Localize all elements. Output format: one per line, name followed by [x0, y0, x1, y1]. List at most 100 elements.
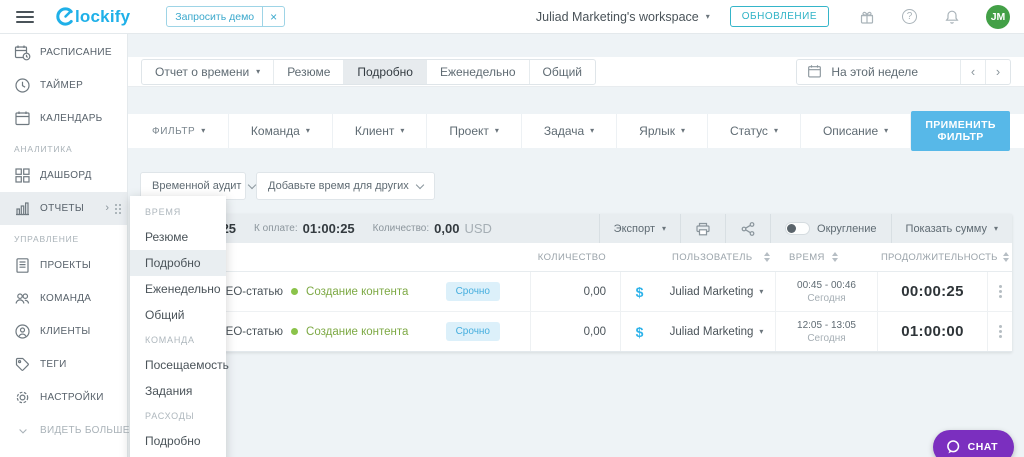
filter-task[interactable]: Задача ▾ [522, 114, 618, 148]
tab-summary[interactable]: Резюме [274, 59, 345, 84]
tab-detailed[interactable]: Подробно [344, 59, 427, 84]
share-button[interactable] [726, 214, 770, 243]
menu-icon[interactable] [16, 8, 34, 26]
sidebar-item-clients[interactable]: КЛИЕНТЫ [0, 315, 127, 348]
gift-icon[interactable] [859, 9, 875, 25]
entry-duration[interactable]: 00:00:25 [901, 283, 963, 300]
rounding-toggle[interactable]: Округление [771, 214, 891, 243]
filter-team-label: Команда [250, 124, 300, 138]
filter-tag[interactable]: Ярлык ▾ [617, 114, 708, 148]
request-demo-button[interactable]: Запросить демо × [166, 6, 286, 27]
sidebar-item-schedule[interactable]: РАСПИСАНИЕ [0, 36, 127, 69]
sidebar-item-timer[interactable]: ТАЙМЕР [0, 69, 127, 102]
bell-icon[interactable] [944, 9, 960, 25]
workspace-selector[interactable]: Juliad Marketing's workspace ▾ [536, 10, 710, 24]
sidebar-item-team[interactable]: КОМАНДА [0, 282, 127, 315]
entry-description[interactable]: SEO-статью [218, 286, 283, 298]
billable-icon[interactable]: $ [636, 324, 644, 340]
printer-icon [696, 222, 710, 235]
sidebar-item-label: ТЕГИ [40, 359, 67, 370]
filter-client[interactable]: Клиент ▾ [333, 114, 428, 148]
filter-status[interactable]: Статус ▾ [708, 114, 801, 148]
clockify-logo[interactable]: lockify [56, 7, 130, 27]
table-header-row: ОПИСАНИЕ КОЛИЧЕСТВО ПОЛЬЗОВАТЕЛЬ ВРЕМЯ П… [140, 243, 1012, 272]
print-button[interactable] [681, 214, 725, 243]
chevron-down-icon: ▾ [305, 126, 310, 135]
chevron-down-icon [415, 180, 424, 189]
menu-item-detailed[interactable]: Подробно [130, 250, 226, 276]
sidebar-item-projects[interactable]: ПРОЕКТЫ [0, 249, 127, 282]
close-icon[interactable]: × [262, 7, 284, 26]
menu-item-weekly[interactable]: Еженедельно [130, 276, 226, 302]
billable-icon[interactable]: $ [636, 284, 644, 300]
currency-label: USD [464, 221, 492, 236]
filter-project[interactable]: Проект ▾ [427, 114, 522, 148]
add-time-button[interactable]: Добавьте время для других [256, 172, 435, 200]
column-header-time[interactable]: ВРЕМЯ [775, 243, 877, 271]
export-button[interactable]: Экспорт ▾ [600, 214, 680, 243]
prev-period-button[interactable]: ‹ [960, 59, 985, 84]
menu-item-expenses-detailed[interactable]: Подробно [130, 428, 226, 454]
avatar[interactable]: JM [986, 4, 1010, 29]
team-icon [14, 290, 31, 307]
menu-item-summary[interactable]: Резюме [130, 224, 226, 250]
sidebar-item-calendar[interactable]: КАЛЕНДАРЬ [0, 102, 127, 135]
billable-label: К оплате: [254, 223, 298, 234]
sidebar-item-label: НАСТРОЙКИ [40, 392, 104, 403]
entry-time[interactable]: 12:05 - 13:05 Сегодня [775, 312, 877, 351]
entry-user-selector[interactable]: Juliad Marketing ▾ [658, 312, 775, 351]
apply-filter-button[interactable]: ПРИМЕНИТЬ ФИЛЬТР [911, 111, 1010, 151]
sort-icon [764, 252, 770, 262]
update-button[interactable]: ОБНОВЛЕНИЕ [729, 6, 829, 27]
filter-label: ФИЛЬТР [152, 125, 196, 137]
entry-description[interactable]: SEO-статью [218, 326, 283, 338]
totals-bar: Всего: 01:00:25 К оплате: 01:00:25 Колич… [140, 214, 1012, 243]
report-type-selector[interactable]: Отчет о времени ▾ [142, 59, 275, 84]
sidebar-item-see-more[interactable]: ВИДЕТЬ БОЛЬШЕ [0, 414, 129, 447]
show-amount-button[interactable]: Показать сумму ▾ [892, 214, 1012, 243]
filter-project-label: Проект [449, 124, 489, 138]
next-period-button[interactable]: › [985, 59, 1010, 84]
menu-item-shared[interactable]: Общий [130, 302, 226, 328]
menu-item-assignments[interactable]: Задания [130, 378, 226, 404]
chevron-down-icon: ▾ [773, 126, 778, 135]
date-range-button[interactable]: На этой неделе [797, 64, 960, 79]
tag-badge[interactable]: Срочно [445, 282, 500, 301]
entry-duration[interactable]: 01:00:00 [901, 323, 963, 340]
help-icon[interactable]: ? [902, 9, 917, 24]
column-header-duration[interactable]: ПРОДОЛЖИТЕЛЬНОСТЬ [877, 243, 997, 271]
chat-button[interactable]: CHAT [932, 430, 1014, 457]
sidebar-item-label: КАЛЕНДАРЬ [40, 113, 103, 124]
tab-weekly[interactable]: Еженедельно [427, 59, 530, 84]
filter-menu-button[interactable]: ФИЛЬТР ▾ [128, 114, 229, 148]
entry-user-selector[interactable]: Juliad Marketing ▾ [658, 272, 775, 311]
table-row[interactable]: SEO-статью Создание контента Срочно 0,00… [140, 272, 1012, 312]
column-header-amount[interactable]: КОЛИЧЕСТВО [530, 243, 620, 271]
tab-shared[interactable]: Общий [530, 60, 595, 84]
chevron-right-icon[interactable]: › [105, 203, 109, 214]
filter-team[interactable]: Команда ▾ [229, 114, 333, 148]
chevron-down-icon: ▾ [256, 66, 261, 76]
filter-description[interactable]: Описание ▾ [801, 114, 912, 148]
entry-project[interactable]: Создание контента [306, 326, 408, 338]
export-label: Экспорт [613, 222, 655, 235]
tag-badge[interactable]: Срочно [445, 322, 500, 341]
sidebar-item-dashboard[interactable]: ДАШБОРД [0, 159, 127, 192]
chevron-down-icon: ▾ [759, 326, 764, 336]
sidebar-item-tags[interactable]: ТЕГИ [0, 348, 127, 381]
drag-handle-icon[interactable] [114, 203, 122, 215]
sidebar-item-settings[interactable]: НАСТРОЙКИ [0, 381, 127, 414]
toggle-off-icon[interactable] [785, 222, 811, 235]
column-header-user[interactable]: ПОЛЬЗОВАТЕЛЬ [658, 243, 775, 271]
kebab-menu-icon[interactable] [998, 290, 1002, 293]
entry-project[interactable]: Создание контента [306, 286, 408, 298]
menu-item-attendance[interactable]: Посещаемость [130, 352, 229, 378]
entry-time[interactable]: 00:45 - 00:46 Сегодня [775, 272, 877, 311]
date-range-picker: На этой неделе ‹ › [796, 58, 1011, 85]
gear-icon [14, 389, 31, 406]
kebab-menu-icon[interactable] [998, 330, 1002, 333]
sidebar-item-reports[interactable]: ОТЧЕТЫ › [0, 192, 127, 225]
sidebar-section-management: УПРАВЛЕНИЕ [14, 234, 80, 244]
table-row[interactable]: SEO-статью Создание контента Срочно 0,00… [140, 312, 1012, 352]
share-icon [741, 221, 755, 236]
